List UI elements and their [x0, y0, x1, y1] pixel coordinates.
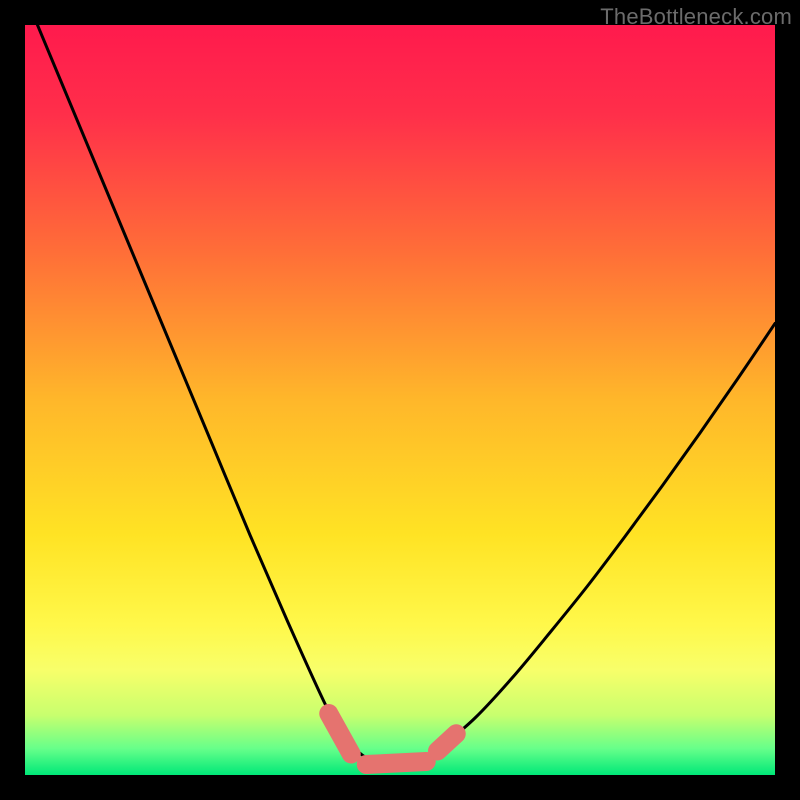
- marker-segment-1: [366, 762, 426, 765]
- gradient-background: [25, 25, 775, 775]
- plot-area: [25, 25, 775, 775]
- marker-segment-2: [438, 734, 457, 751]
- chart-frame: TheBottleneck.com: [0, 0, 800, 800]
- attribution-text: TheBottleneck.com: [600, 4, 792, 30]
- bottleneck-chart: [25, 25, 775, 775]
